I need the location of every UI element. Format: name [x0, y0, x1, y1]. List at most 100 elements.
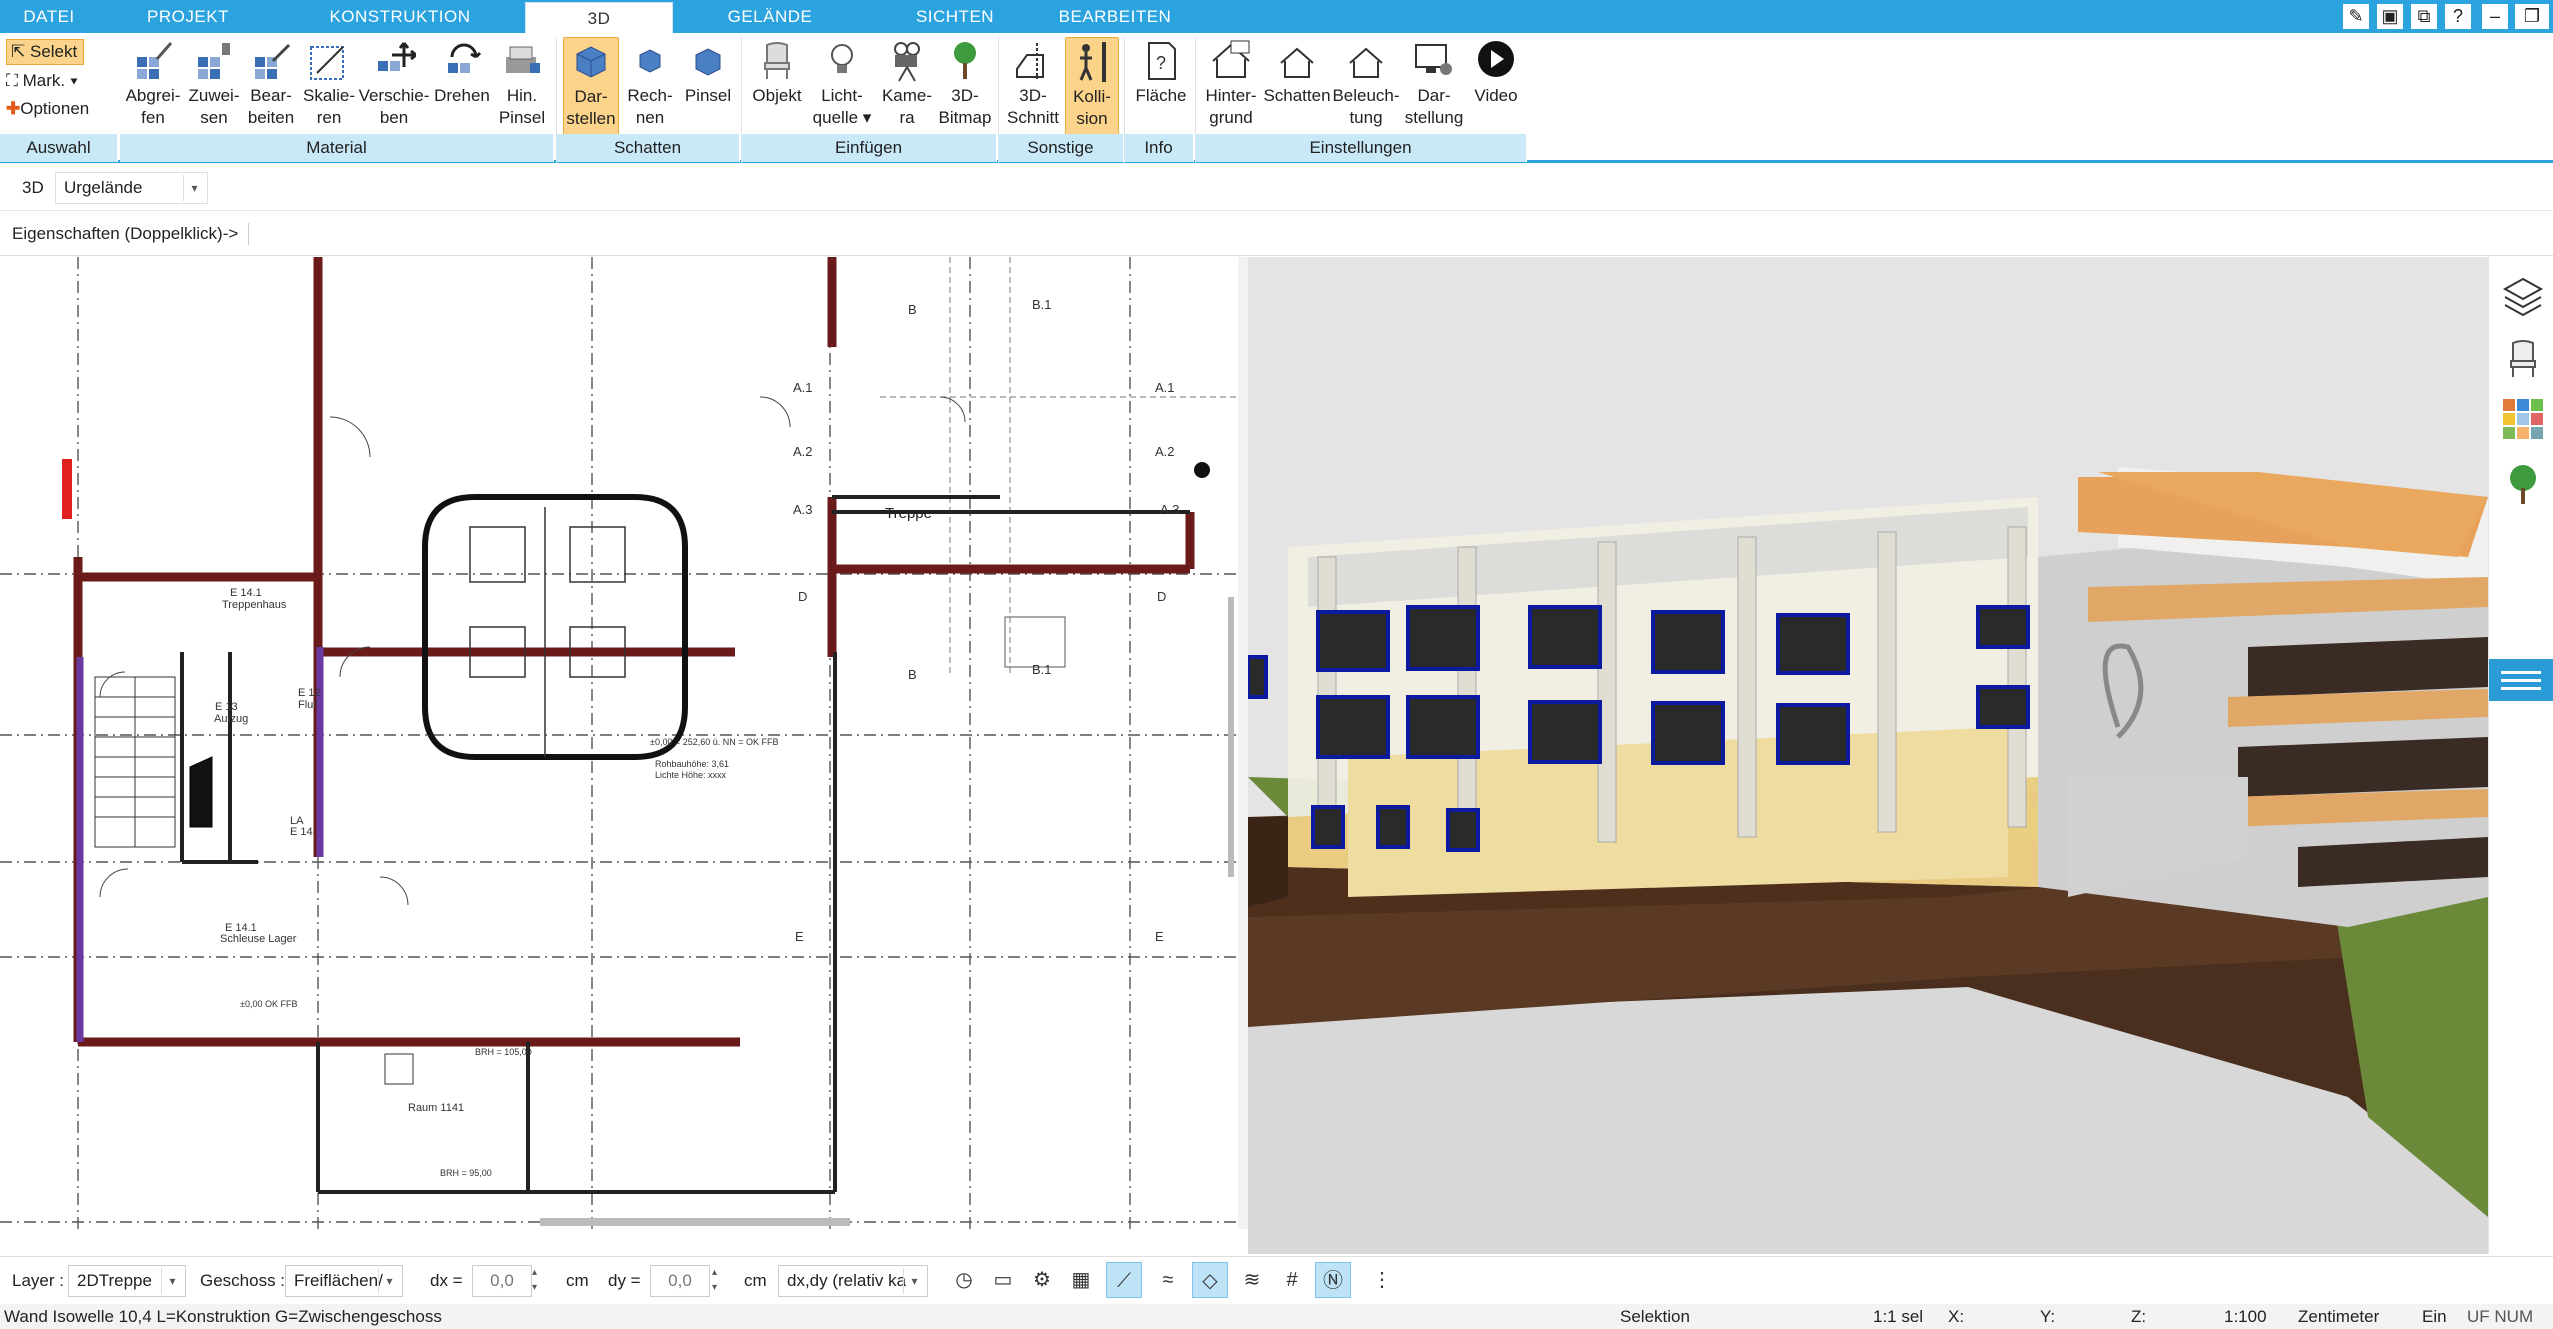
- label: Video: [1474, 86, 1518, 105]
- clock-icon[interactable]: ◷: [946, 1262, 982, 1298]
- room-label: Flur: [298, 699, 317, 711]
- label: Kame-: [881, 86, 933, 105]
- area-info-icon: ?: [1148, 42, 1176, 80]
- axis-label: B: [908, 302, 917, 317]
- presentation-icon[interactable]: ▭: [985, 1262, 1021, 1298]
- layer-dropdown[interactable]: 2DTreppe ▾: [68, 1265, 186, 1297]
- bearbeiten-button[interactable]: Bear-beiten: [243, 37, 299, 137]
- camera-icon: [894, 42, 920, 82]
- status-z: Z:: [2131, 1307, 2147, 1326]
- label: sion: [1076, 109, 1108, 128]
- group-schatten: Schatten: [556, 134, 740, 162]
- objects-icon[interactable]: ⚙: [1024, 1262, 1060, 1298]
- 3d-view[interactable]: [1248, 257, 2488, 1254]
- room-label: E 14.1: [230, 587, 262, 599]
- layers-icon[interactable]: [2501, 273, 2545, 317]
- abgreifen-button[interactable]: Abgrei-fen: [122, 37, 184, 137]
- hintergrund-button[interactable]: Hinter-grund: [1200, 37, 1262, 137]
- verschieben-button[interactable]: Verschie-ben: [358, 37, 430, 137]
- label: Drehen: [434, 86, 490, 105]
- room-label: Raum 1141: [408, 1102, 465, 1114]
- video-button[interactable]: Video: [1466, 37, 1526, 137]
- properties-hint[interactable]: Eigenschaften (Doppelklick)->: [12, 223, 250, 245]
- optionen-button[interactable]: ✚Optionen: [6, 97, 89, 121]
- restore-icon[interactable]: ⧉: [2411, 4, 2437, 29]
- snap-curve-icon[interactable]: ≈: [1150, 1262, 1186, 1298]
- dx-input[interactable]: 0,0: [472, 1265, 532, 1297]
- tab-sichten[interactable]: SICHTEN: [885, 0, 1025, 33]
- tools-icon[interactable]: ✎: [2343, 4, 2369, 29]
- tab-bearbeiten[interactable]: BEARBEITEN: [1040, 0, 1190, 33]
- view-splitter[interactable]: [1238, 257, 1248, 1229]
- optionen-label: Optionen: [20, 99, 90, 118]
- schatten-rechnen-button[interactable]: Rech-nen: [620, 37, 680, 137]
- dy-input[interactable]: 0,0: [650, 1265, 710, 1297]
- palette-icon[interactable]: [2501, 397, 2545, 441]
- tab-3d[interactable]: 3D: [525, 2, 673, 33]
- geschoss-dropdown[interactable]: Freiflächen/▾: [285, 1265, 403, 1297]
- mark-icon: ⛶: [6, 71, 18, 90]
- geschoss-value: Freiflächen/: [294, 1271, 383, 1290]
- north-icon[interactable]: Ⓝ: [1315, 1262, 1351, 1298]
- mark-button[interactable]: ⛶ Mark. ▾: [6, 69, 78, 93]
- flaeche-button[interactable]: ? Fläche: [1130, 37, 1192, 137]
- label: ren: [316, 108, 342, 127]
- tree-icon[interactable]: [2501, 462, 2545, 506]
- kollision-button[interactable]: Kolli-sion: [1065, 37, 1119, 137]
- darstellung-button[interactable]: Dar-stellung: [1402, 37, 1466, 137]
- tab-datei[interactable]: DATEI: [0, 0, 98, 33]
- dy-unit: cm: [744, 1271, 767, 1290]
- house-light-icon: [1349, 47, 1383, 78]
- schatten-einstellung-button[interactable]: Schatten: [1262, 37, 1332, 137]
- chair-icon[interactable]: [2501, 337, 2545, 381]
- bitmap-3d-button[interactable]: 3D- Bitmap: [936, 37, 994, 137]
- kamera-button[interactable]: Kame-ra: [878, 37, 936, 137]
- label: Beleuch-: [1332, 86, 1400, 105]
- hin-pinsel-button[interactable]: Hin. Pinsel: [494, 37, 550, 137]
- coordinate-mode-dropdown[interactable]: dx,dy (relativ ka ▾: [778, 1265, 928, 1297]
- restore-button[interactable]: ❐: [2515, 4, 2549, 29]
- selekt-button[interactable]: ⇱ Selekt: [6, 39, 85, 65]
- label: Abgrei-: [125, 86, 181, 105]
- floor-plan-drawing: [0, 257, 1238, 1229]
- status-ein: Ein: [2422, 1307, 2447, 1326]
- dy-stepper[interactable]: ▴ ▾: [712, 1265, 717, 1295]
- group-auswahl: Auswahl: [0, 134, 118, 162]
- terrain-dropdown[interactable]: Urgelände ▾: [55, 172, 208, 204]
- material-icon[interactable]: ▦: [1063, 1262, 1099, 1298]
- schatten-pinsel-button[interactable]: Pinsel: [682, 37, 734, 137]
- grid-icon[interactable]: #: [1274, 1262, 1310, 1298]
- dy-label: dy =: [608, 1271, 641, 1290]
- dx-stepper[interactable]: ▴ ▾: [532, 1265, 537, 1295]
- tab-konstruktion[interactable]: KONSTRUKTION: [300, 0, 500, 33]
- terrain-value: Urgelände: [64, 178, 143, 197]
- monitor-settings-icon: [1415, 44, 1452, 75]
- help-icon[interactable]: ?: [2445, 4, 2471, 29]
- properties-bar: Eigenschaften (Doppelklick)->: [0, 212, 2553, 256]
- snap-plane-icon[interactable]: ◇: [1192, 1262, 1228, 1298]
- status-flags: UF NUM RF: [2467, 1307, 2534, 1326]
- objekt-button[interactable]: Objekt: [748, 37, 806, 137]
- drehen-button[interactable]: Drehen: [432, 37, 492, 137]
- label: fen: [141, 108, 165, 127]
- view-mode-label: 3D: [22, 178, 44, 197]
- schnitt-3d-button[interactable]: 3D- Schnitt: [1003, 37, 1063, 137]
- layers-small-icon[interactable]: ≋: [1234, 1262, 1270, 1298]
- tab-gelaende[interactable]: GELÄNDE: [700, 0, 840, 33]
- section-cut-icon: [1016, 43, 1044, 79]
- menu-icon[interactable]: [2489, 659, 2553, 701]
- skalieren-button[interactable]: Skalie-ren: [300, 37, 358, 137]
- more-icon[interactable]: ⋮: [1364, 1262, 1400, 1298]
- lichtquelle-button[interactable]: Licht-quelle ▾: [808, 37, 876, 137]
- schatten-darstellen-button[interactable]: Dar-stellen: [563, 37, 619, 137]
- tab-projekt[interactable]: PROJEKT: [118, 0, 258, 33]
- label: Hin.: [506, 86, 538, 105]
- screen-icon[interactable]: ▣: [2377, 4, 2403, 29]
- minimize-button[interactable]: –: [2482, 4, 2508, 29]
- floor-plan-view[interactable]: Treppe A.1 A.1 A.2 A.2 A.3 A.3 B B B.1 B…: [0, 257, 1238, 1229]
- beleuchtung-button[interactable]: Beleuch-tung: [1332, 37, 1400, 137]
- room-label: Treppenhaus: [222, 599, 287, 611]
- zuweisen-button[interactable]: Zuwei-sen: [186, 37, 242, 137]
- label: Bear-: [250, 86, 292, 105]
- snap-line-icon[interactable]: ⟋: [1106, 1262, 1142, 1298]
